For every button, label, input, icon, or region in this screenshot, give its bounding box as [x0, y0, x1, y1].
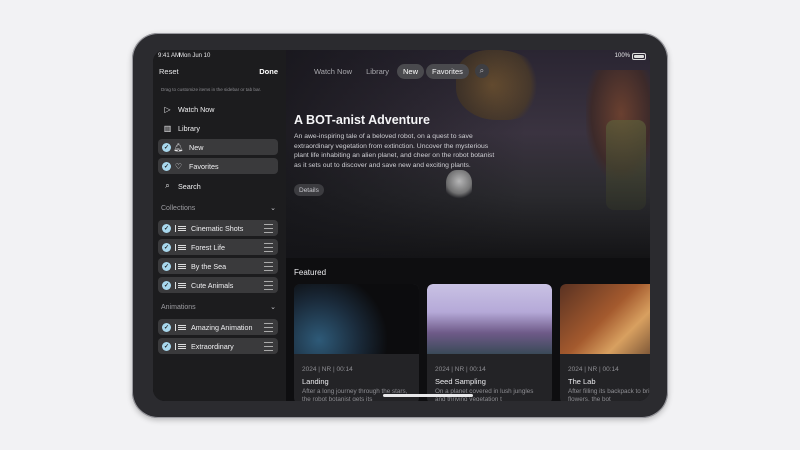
sidebar-item-label: Amazing Animation [191, 322, 253, 332]
drag-handle-icon[interactable] [264, 342, 273, 351]
sidebar-item-watch-now[interactable]: ▷ Watch Now [158, 101, 278, 117]
card-meta: 2024 | NR | 00:14 [302, 366, 353, 373]
stack-icon [175, 262, 186, 270]
sidebar-item-forest-life[interactable]: ✓ Forest Life [158, 239, 278, 255]
tab-new[interactable]: New [397, 63, 425, 79]
checkmark-icon[interactable]: ✓ [162, 161, 171, 171]
hero-description: An awe-inspiring tale of a beloved robot… [294, 133, 495, 169]
stack-icon [175, 342, 186, 350]
ipad-screen: 9:41 AM Mon Jun 10 100% Reset Done Drag … [153, 50, 650, 401]
checkmark-icon[interactable]: ✓ [162, 142, 171, 152]
card-meta: 2024 | NR | 00:14 [435, 366, 486, 373]
drag-handle-icon[interactable] [264, 323, 273, 332]
home-indicator[interactable] [383, 394, 473, 397]
sidebar-item-label: Library [178, 123, 200, 133]
drag-handle-icon[interactable] [264, 262, 273, 271]
sidebar-item-label: Cinematic Shots [191, 223, 244, 233]
search-icon: ⌕ [165, 181, 170, 190]
chevron-down-icon[interactable]: ⌄ [270, 204, 276, 212]
sidebar-item-search[interactable]: ⌕ Search [158, 178, 278, 194]
stack-icon [175, 224, 186, 232]
chevron-down-icon[interactable]: ⌄ [270, 303, 276, 311]
sidebar: Reset Done Drag to customize items in th… [153, 50, 286, 401]
tab-watch-now[interactable]: Watch Now [308, 64, 358, 79]
customize-hint: Drag to customize items in the sidebar o… [161, 87, 262, 92]
featured-card-the-lab[interactable]: 2024 | NR | 00:14 The Lab After filling … [560, 284, 650, 401]
status-date: Mon Jun 10 [179, 53, 211, 59]
sidebar-item-label: Forest Life [191, 242, 225, 252]
featured-card-landing[interactable]: 2024 | NR | 00:14 Landing After a long j… [294, 284, 419, 401]
heart-icon: ♡ [174, 161, 183, 171]
sidebar-item-amazing-animation[interactable]: ✓ Amazing Animation [158, 319, 278, 335]
done-button[interactable]: Done [259, 67, 278, 76]
sidebar-item-favorites[interactable]: ✓ ♡ Favorites [158, 158, 278, 174]
hero-title: A BOT-anist Adventure [294, 113, 430, 127]
drag-handle-icon[interactable] [264, 281, 273, 290]
status-time: 9:41 AM [158, 53, 181, 59]
checkmark-icon[interactable]: ✓ [162, 280, 171, 290]
stack-icon [175, 281, 186, 289]
featured-heading: Featured [294, 268, 327, 277]
card-thumbnail [560, 284, 650, 354]
card-title: Landing [302, 377, 329, 386]
details-button[interactable]: Details [294, 184, 324, 196]
card-title: The Lab [568, 377, 596, 386]
hero-artwork [606, 120, 646, 210]
main-content: Watch Now Library New Favorites ⌕ A BOT-… [286, 50, 650, 401]
sidebar-item-label: Favorites [189, 161, 219, 171]
card-meta: 2024 | NR | 00:14 [568, 366, 619, 373]
featured-card-seed-sampling[interactable]: 2024 | NR | 00:14 Seed Sampling On a pla… [427, 284, 552, 401]
play-icon: ▷ [164, 104, 171, 114]
collections-header[interactable]: Collections [161, 205, 195, 212]
checkmark-icon[interactable]: ✓ [162, 242, 171, 252]
sidebar-item-label: Cute Animals [191, 280, 234, 290]
reset-button[interactable]: Reset [159, 67, 179, 76]
battery-icon [632, 53, 646, 60]
status-battery-label: 100% [614, 53, 630, 59]
sidebar-item-new[interactable]: ✓ 🔔︎ New [158, 139, 278, 155]
card-title: Seed Sampling [435, 377, 486, 386]
sidebar-item-label: Search [178, 181, 201, 191]
card-thumbnail [294, 284, 419, 354]
sidebar-item-label: By the Sea [191, 261, 227, 271]
stack-icon [175, 323, 186, 331]
top-tab-bar: Watch Now Library New Favorites ⌕ [308, 63, 489, 79]
sidebar-item-label: Watch Now [178, 104, 215, 114]
sidebar-item-label: Extraordinary [191, 341, 234, 351]
status-bar: 9:41 AM Mon Jun 10 100% [153, 50, 650, 64]
checkmark-icon[interactable]: ✓ [162, 322, 171, 332]
checkmark-icon[interactable]: ✓ [162, 261, 171, 271]
tab-library[interactable]: Library [360, 64, 395, 79]
checkmark-icon[interactable]: ✓ [162, 341, 171, 351]
drag-handle-icon[interactable] [264, 224, 273, 233]
drag-handle-icon[interactable] [264, 243, 273, 252]
sidebar-item-library[interactable]: ▥ Library [158, 120, 278, 136]
sidebar-item-extraordinary[interactable]: ✓ Extraordinary [158, 338, 278, 354]
search-icon[interactable]: ⌕ [474, 64, 489, 78]
tab-favorites[interactable]: Favorites [426, 63, 469, 79]
sidebar-item-by-the-sea[interactable]: ✓ By the Sea [158, 258, 278, 274]
stack-icon [175, 243, 186, 251]
sidebar-item-cinematic-shots[interactable]: ✓ Cinematic Shots [158, 220, 278, 236]
checkmark-icon[interactable]: ✓ [162, 223, 171, 233]
sidebar-item-cute-animals[interactable]: ✓ Cute Animals [158, 277, 278, 293]
bell-icon: 🔔︎ [173, 142, 184, 152]
library-icon: ▥ [163, 123, 172, 133]
card-thumbnail [427, 284, 552, 354]
sidebar-item-label: New [189, 142, 204, 152]
animations-header[interactable]: Animations [161, 304, 196, 311]
card-description: After filling its backpack to brim with … [568, 388, 650, 401]
